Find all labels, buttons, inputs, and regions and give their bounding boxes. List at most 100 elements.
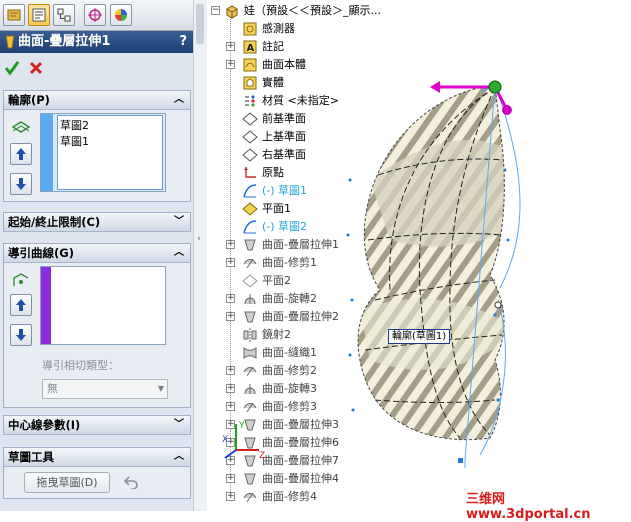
start-end-section-header[interactable]: 起始/終止限制(C) ﹀ (4, 213, 190, 232)
drag-sketch-button[interactable]: 拖曳草圖(D) (24, 472, 110, 493)
sketch-icon (243, 220, 257, 234)
guide-curve-icon (13, 273, 29, 286)
appearance-ball-icon (115, 9, 127, 21)
tree-item-label: 曲面-修剪2 (262, 364, 317, 377)
feature-tree-icon (7, 9, 21, 21)
profile-color-bar (41, 114, 53, 191)
expand-chevron-icon[interactable]: ﹀ (174, 416, 184, 434)
feature-manager-tab[interactable] (3, 4, 25, 26)
dropdown-arrow-icon: ▼ (157, 384, 164, 393)
mirror-icon (243, 328, 257, 342)
start-end-constraints-section: 起始/終止限制(C) ﹀ (3, 212, 191, 232)
property-manager-title: 曲面-疊層拉伸1 (18, 34, 111, 49)
centerline-parameters-section: 中心線參數(I) ﹀ (3, 415, 191, 435)
collapse-chevron-icon[interactable]: ︿ (174, 244, 184, 262)
profile-section-header[interactable]: 輪廓(P) ︿ (4, 91, 190, 110)
tangency-type-value: 無 (47, 382, 58, 395)
move-down-button[interactable] (10, 173, 32, 195)
expand-toggle-icon[interactable]: + (226, 240, 235, 249)
guide-section-header[interactable]: 導引曲線(G) ︿ (4, 244, 190, 263)
sensor-icon (243, 22, 257, 36)
centerline-section-header[interactable]: 中心線參數(I) ﹀ (4, 416, 190, 435)
guide-curve-list[interactable] (40, 266, 166, 345)
plane-icon (242, 112, 258, 126)
tree-item-label: 曲面-疊層拉伸4 (262, 472, 339, 485)
watermark: 三维网 www.3dportal.cn (466, 492, 591, 522)
expand-chevron-icon[interactable]: ﹀ (174, 213, 184, 231)
start-end-section-label: 起始/終止限制(C) (8, 215, 101, 229)
arrow-up-icon (16, 299, 26, 311)
property-manager-title-bar: 曲面-疊層拉伸1 ? (0, 31, 193, 53)
property-icon (32, 8, 46, 22)
loft-icon (244, 239, 256, 251)
arrow-down-icon (16, 178, 26, 190)
list-item[interactable]: 草圖2 (60, 117, 89, 133)
tree-item-label: 註記 (262, 40, 284, 53)
tree-item-label: 曲面-旋轉3 (262, 382, 317, 395)
expand-toggle-icon[interactable]: + (226, 366, 235, 375)
svg-text:X: X (222, 435, 228, 445)
manager-tab-bar (0, 0, 193, 31)
tree-item-label: 曲面-縫織1 (262, 346, 317, 359)
panel-splitter[interactable]: ‹ (193, 0, 207, 511)
arrow-up-icon (16, 148, 26, 160)
tree-item-label: 平面1 (262, 202, 291, 215)
expand-toggle-icon[interactable]: + (226, 258, 235, 267)
tree-item-label: (-) 草圖1 (262, 184, 308, 197)
list-item[interactable]: 草圖1 (60, 133, 89, 149)
tree-item-label: 曲面-修剪1 (262, 256, 317, 269)
ok-checkmark-icon[interactable] (4, 60, 20, 76)
knit-icon (243, 347, 257, 359)
configuration-manager-tab[interactable] (53, 4, 75, 26)
plane-icon (242, 148, 258, 162)
help-button[interactable]: ? (179, 31, 187, 53)
loft-icon (244, 311, 256, 323)
arrow-down-icon (16, 329, 26, 341)
expand-toggle-icon[interactable]: + (226, 492, 235, 501)
collapse-toggle-icon[interactable]: − (211, 6, 220, 15)
tree-item-label: 曲面-修剪3 (262, 400, 317, 413)
sketch-tools-section-header[interactable]: 草圖工具 ︿ (4, 448, 190, 467)
trim-icon (243, 366, 257, 377)
origin-icon (244, 167, 256, 178)
revolve-icon (244, 294, 256, 305)
plane-yellow-icon (242, 202, 258, 216)
tree-item-label: 前基準面 (262, 112, 306, 125)
expand-toggle-icon[interactable]: + (226, 384, 235, 393)
tree-item-label: 鏡射2 (262, 328, 291, 341)
svg-text:Z: Z (259, 451, 265, 461)
dimxpert-tab[interactable] (84, 4, 106, 26)
tree-item-label: 實體 (262, 76, 284, 89)
expand-toggle-icon[interactable]: + (226, 402, 235, 411)
collapse-chevron-icon[interactable]: ︿ (174, 448, 184, 466)
property-manager-tab[interactable] (28, 4, 50, 26)
crosshair-icon (88, 8, 102, 22)
ok-cancel-row (0, 53, 193, 83)
part-icon (226, 5, 238, 19)
property-manager-panel: 曲面-疊層拉伸1 ? 輪廓(P) ︿ 草圖2 草圖1 起始/終止限制(C) ﹀ … (0, 0, 194, 511)
collapse-chevron-icon[interactable]: ︿ (174, 91, 184, 109)
tangency-type-select[interactable]: 無 ▼ (42, 379, 168, 399)
display-manager-tab[interactable] (110, 4, 132, 26)
tangency-type-label: 導引相切類型： (42, 359, 119, 372)
expand-toggle-icon[interactable]: + (226, 60, 235, 69)
guide-move-up-button[interactable] (10, 294, 32, 316)
expand-toggle-icon[interactable]: + (226, 42, 235, 51)
profile-list[interactable]: 草圖2 草圖1 (40, 113, 166, 192)
tree-item-label: 曲面-旋轉2 (262, 292, 317, 305)
tree-item-label: 曲面-疊層拉伸6 (262, 436, 339, 449)
move-up-button[interactable] (10, 143, 32, 165)
expand-toggle-icon[interactable]: + (226, 474, 235, 483)
cancel-x-icon[interactable] (28, 60, 44, 76)
guide-move-down-button[interactable] (10, 324, 32, 346)
undo-icon[interactable] (124, 475, 140, 489)
guide-section-label: 導引曲線(G) (8, 246, 74, 260)
expand-toggle-icon[interactable]: + (226, 312, 235, 321)
guide-point[interactable] (494, 301, 502, 309)
expand-toggle-icon[interactable]: + (226, 294, 235, 303)
collapse-panel-arrow-icon[interactable]: ‹ (197, 234, 201, 244)
orientation-triad-icon: Y Z X (222, 421, 265, 461)
scroll-thumb[interactable] (196, 4, 204, 44)
tree-item-label: 曲面-疊層拉伸3 (262, 418, 339, 431)
svg-text:Y: Y (238, 421, 245, 431)
